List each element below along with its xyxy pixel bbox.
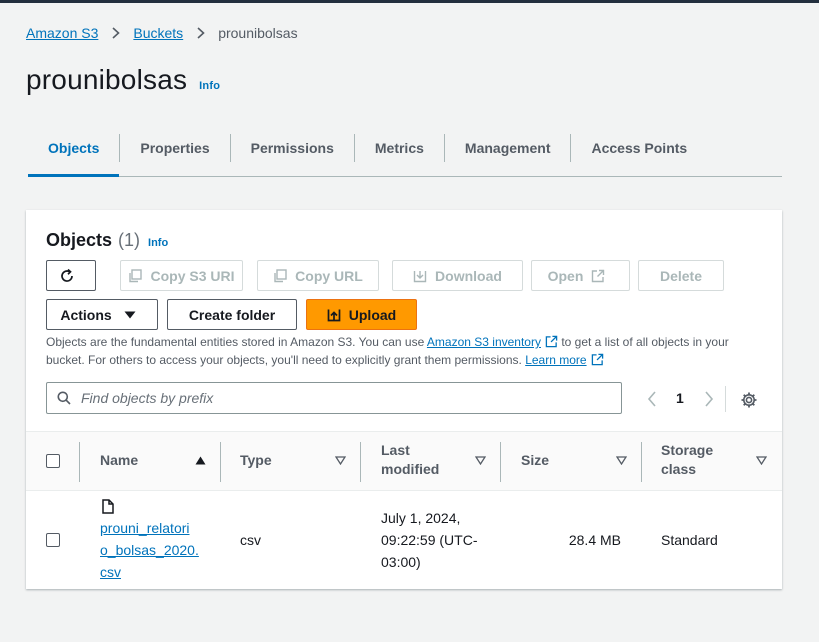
breadcrumb-current: prounibolsas (218, 25, 298, 41)
column-header-name[interactable]: Name (100, 451, 138, 470)
column-header-text: class (661, 461, 697, 477)
object-name-link[interactable]: prouni_relatori o_bolsas_2020. csv (100, 517, 199, 583)
actions-dropdown[interactable]: Actions (46, 299, 158, 330)
actions-label: Actions (60, 306, 112, 323)
page-title-row: prounibolsas Info (26, 64, 220, 96)
sort-ascending-icon[interactable] (195, 456, 206, 465)
search-field[interactable] (46, 382, 622, 414)
select-all-checkbox[interactable] (46, 454, 60, 468)
object-size: 28.4 MB (568, 532, 621, 548)
copy-s3-uri-button[interactable]: Copy S3 URI (120, 260, 243, 291)
column-divider (360, 442, 361, 482)
object-name-line: prouni_relatori (100, 520, 190, 536)
download-label: Download (435, 267, 502, 284)
column-divider (79, 442, 80, 482)
objects-info-link[interactable]: Info (148, 237, 168, 249)
copy-s3-uri-label: Copy S3 URI (150, 267, 235, 284)
refresh-button[interactable] (46, 260, 96, 291)
copy-icon (273, 268, 295, 283)
tab-objects[interactable]: Objects (28, 128, 120, 177)
file-icon (102, 499, 114, 514)
object-name-line: csv (100, 564, 121, 580)
object-type: csv (240, 532, 261, 548)
download-icon (413, 269, 435, 283)
sort-icon[interactable] (475, 456, 486, 465)
next-page-icon[interactable] (704, 391, 714, 407)
copy-url-label: Copy URL (295, 267, 363, 284)
external-link-icon (545, 335, 558, 352)
object-last-modified: July 1, 2024, 09:22:59 (UTC- 03:00) (381, 507, 477, 573)
open-label: Open (547, 267, 584, 284)
objects-panel-title: Objects (46, 230, 113, 250)
column-header-text: modified (381, 461, 440, 477)
objects-description: Objects are the fundamental entities sto… (46, 334, 762, 370)
create-folder-button[interactable]: Create folder (167, 299, 297, 330)
copy-url-button[interactable]: Copy URL (257, 260, 379, 291)
upload-button[interactable]: Upload (306, 299, 417, 330)
pagination-divider (725, 386, 726, 412)
tab-access-points[interactable]: Access Points (571, 128, 707, 168)
column-divider (641, 442, 642, 482)
breadcrumb: Amazon S3 Buckets prounibolsas (26, 24, 298, 42)
objects-count: (1) (118, 230, 141, 250)
sort-icon[interactable] (335, 456, 346, 465)
description-text: Objects are the fundamental entities sto… (46, 335, 427, 349)
page-info-link[interactable]: Info (199, 80, 220, 92)
row-select-checkbox[interactable] (46, 533, 60, 547)
delete-button[interactable]: Delete (638, 260, 724, 291)
tab-permissions[interactable]: Permissions (231, 128, 354, 168)
objects-panel-header: Objects (1) Info (46, 230, 168, 251)
upload-icon (327, 308, 349, 322)
sort-icon[interactable] (756, 456, 767, 465)
copy-icon (128, 268, 150, 283)
tab-metrics[interactable]: Metrics (355, 128, 444, 168)
top-navigation-bar (0, 0, 819, 3)
learn-more-link[interactable]: Learn more (525, 353, 586, 367)
object-storage-class: Standard (661, 532, 718, 548)
chevron-right-icon (112, 27, 121, 39)
breadcrumb-buckets[interactable]: Buckets (133, 25, 183, 41)
create-folder-label: Create folder (188, 306, 276, 323)
search-input[interactable] (79, 389, 603, 407)
refresh-icon (59, 268, 83, 284)
page-number[interactable]: 1 (676, 390, 684, 406)
upload-label: Upload (348, 306, 397, 323)
column-header-type[interactable]: Type (240, 451, 272, 470)
open-button[interactable]: Open (531, 260, 630, 291)
sort-icon[interactable] (616, 456, 627, 465)
column-divider (220, 442, 221, 482)
external-link-icon (591, 269, 613, 283)
previous-page-icon[interactable] (647, 391, 657, 407)
last-modified-line: 03:00) (381, 554, 421, 570)
caret-down-icon (124, 311, 144, 319)
object-name-line: o_bolsas_2020. (100, 542, 199, 558)
external-link-icon (591, 353, 604, 370)
s3-inventory-link[interactable]: Amazon S3 inventory (427, 335, 541, 349)
column-header-last-modified[interactable]: Last modified (381, 441, 439, 479)
column-header-text: Last (381, 442, 410, 458)
last-modified-line: 09:22:59 (UTC- (381, 532, 478, 548)
delete-label: Delete (659, 267, 703, 284)
column-header-storage-class[interactable]: Storage class (661, 441, 713, 479)
settings-gear-icon[interactable] (740, 391, 758, 409)
column-header-size[interactable]: Size (521, 451, 549, 470)
column-header-text: Storage (661, 442, 714, 458)
objects-panel: Objects (1) Info Copy S3 URI Copy URL Do… (26, 210, 782, 589)
download-button[interactable]: Download (392, 260, 523, 291)
last-modified-line: July 1, 2024, (381, 510, 461, 526)
chevron-right-icon (197, 27, 205, 39)
tab-management[interactable]: Management (445, 128, 571, 168)
tab-properties[interactable]: Properties (120, 128, 229, 168)
tab-bar: Objects Properties Permissions Metrics M… (28, 128, 782, 177)
search-icon (57, 391, 71, 405)
breadcrumb-amazon-s3[interactable]: Amazon S3 (26, 25, 98, 41)
column-divider (500, 442, 501, 482)
page-title: prounibolsas (26, 64, 188, 95)
